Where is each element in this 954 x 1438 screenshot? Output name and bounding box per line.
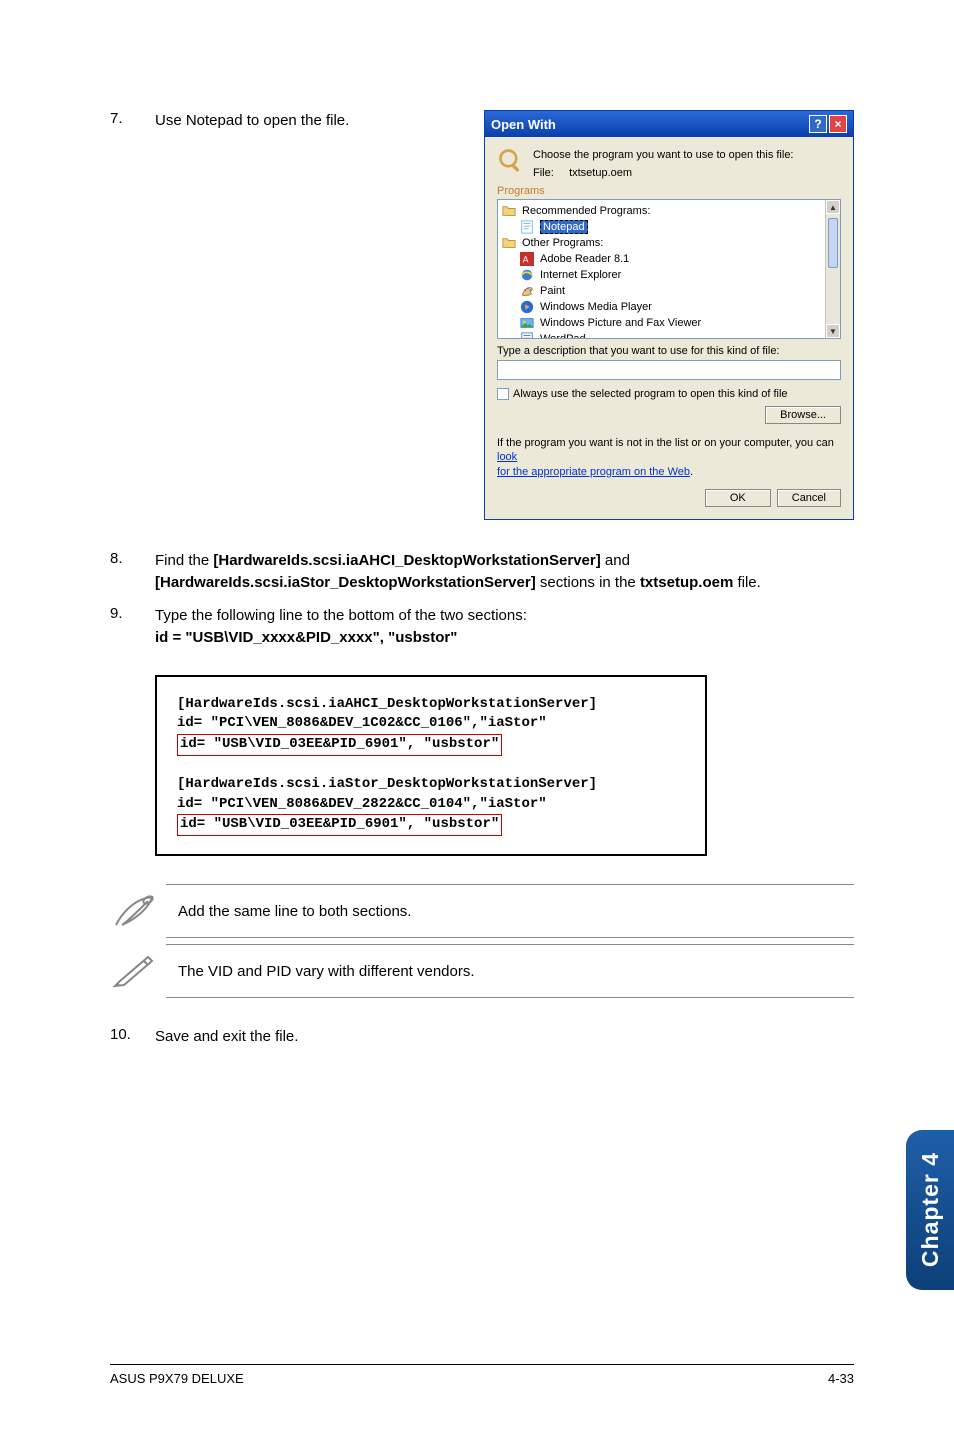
chapter-label: Chapter 4 xyxy=(917,1152,944,1267)
folder-icon xyxy=(502,236,516,250)
step-text: Save and exit the file. xyxy=(155,1026,854,1048)
scroll-thumb[interactable] xyxy=(828,218,838,268)
help-button[interactable]: ? xyxy=(809,115,827,133)
footer-left: ASUS P9X79 DELUXE xyxy=(110,1371,244,1386)
step-number: 9. xyxy=(110,605,155,649)
paint-icon xyxy=(520,284,534,298)
scroll-down-icon[interactable]: ▼ xyxy=(826,324,840,338)
option-paint[interactable]: Paint xyxy=(540,285,565,297)
description-input[interactable] xyxy=(497,360,841,380)
wmp-icon xyxy=(520,300,534,314)
notepad-icon xyxy=(520,220,534,234)
description-label: Type a description that you want to use … xyxy=(497,345,841,357)
note-text: The VID and PID vary with different vend… xyxy=(178,951,475,980)
browse-button[interactable]: Browse... xyxy=(765,406,841,424)
note-text: Add the same line to both sections. xyxy=(178,891,411,920)
option-ie[interactable]: Internet Explorer xyxy=(540,269,621,281)
dialog-instruction: Choose the program you want to use to op… xyxy=(533,149,841,161)
look-link-cont[interactable]: for the appropriate program on the Web xyxy=(497,466,690,478)
step-number: 8. xyxy=(110,550,155,594)
pencil-icon xyxy=(110,951,158,991)
close-button[interactable]: × xyxy=(829,115,847,133)
file-label: File: xyxy=(533,167,554,179)
dialog-titlebar: Open With ? × xyxy=(485,111,853,137)
magnifier-icon xyxy=(497,147,525,175)
option-notepad[interactable]: Notepad xyxy=(540,220,588,234)
look-link[interactable]: look xyxy=(497,451,517,463)
wpfv-icon xyxy=(520,316,534,330)
footer-right: 4-33 xyxy=(828,1371,854,1386)
note-icon xyxy=(110,891,158,931)
programs-listbox[interactable]: Recommended Programs: Notepad Other Prog… xyxy=(497,199,841,339)
always-use-checkbox[interactable] xyxy=(497,388,509,400)
step-number: 7. xyxy=(110,110,155,132)
open-with-dialog: Open With ? × Choose the program you wan… xyxy=(484,110,854,520)
ie-icon xyxy=(520,268,534,282)
step-number: 10. xyxy=(110,1026,155,1048)
wordpad-icon xyxy=(520,332,534,339)
group-other: Other Programs: xyxy=(522,237,603,249)
adobe-reader-icon: A xyxy=(520,252,534,266)
cancel-button[interactable]: Cancel xyxy=(777,489,841,507)
web-hint: If the program you want is not in the li… xyxy=(497,436,841,479)
step-text: Type the following line to the bottom of… xyxy=(155,605,854,649)
ok-button[interactable]: OK xyxy=(705,489,771,507)
scrollbar[interactable]: ▲ ▼ xyxy=(825,200,840,338)
scroll-up-icon[interactable]: ▲ xyxy=(826,200,840,214)
chapter-tab: Chapter 4 xyxy=(906,1130,954,1290)
step-text: Use Notepad to open the file. xyxy=(155,110,484,132)
option-wordpad[interactable]: WordPad xyxy=(540,333,586,339)
highlighted-line: id= "USB\VID_03EE&PID_6901", "usbstor" xyxy=(177,734,502,756)
step-text: Find the [HardwareIds.scsi.iaAHCI_Deskto… xyxy=(155,550,854,594)
dialog-title: Open With xyxy=(491,117,807,132)
programs-tab[interactable]: Programs xyxy=(497,185,841,197)
always-use-label: Always use the selected program to open … xyxy=(513,388,788,400)
option-adobe[interactable]: Adobe Reader 8.1 xyxy=(540,253,629,265)
option-wpfv[interactable]: Windows Picture and Fax Viewer xyxy=(540,317,701,329)
svg-text:A: A xyxy=(523,255,529,265)
option-wmp[interactable]: Windows Media Player xyxy=(540,301,652,313)
highlighted-line: id= "USB\VID_03EE&PID_6901", "usbstor" xyxy=(177,814,502,836)
group-recommended: Recommended Programs: xyxy=(522,205,650,217)
file-name: txtsetup.oem xyxy=(569,167,632,179)
code-example: [HardwareIds.scsi.iaAHCI_DesktopWorkstat… xyxy=(155,675,707,856)
folder-icon xyxy=(502,204,516,218)
